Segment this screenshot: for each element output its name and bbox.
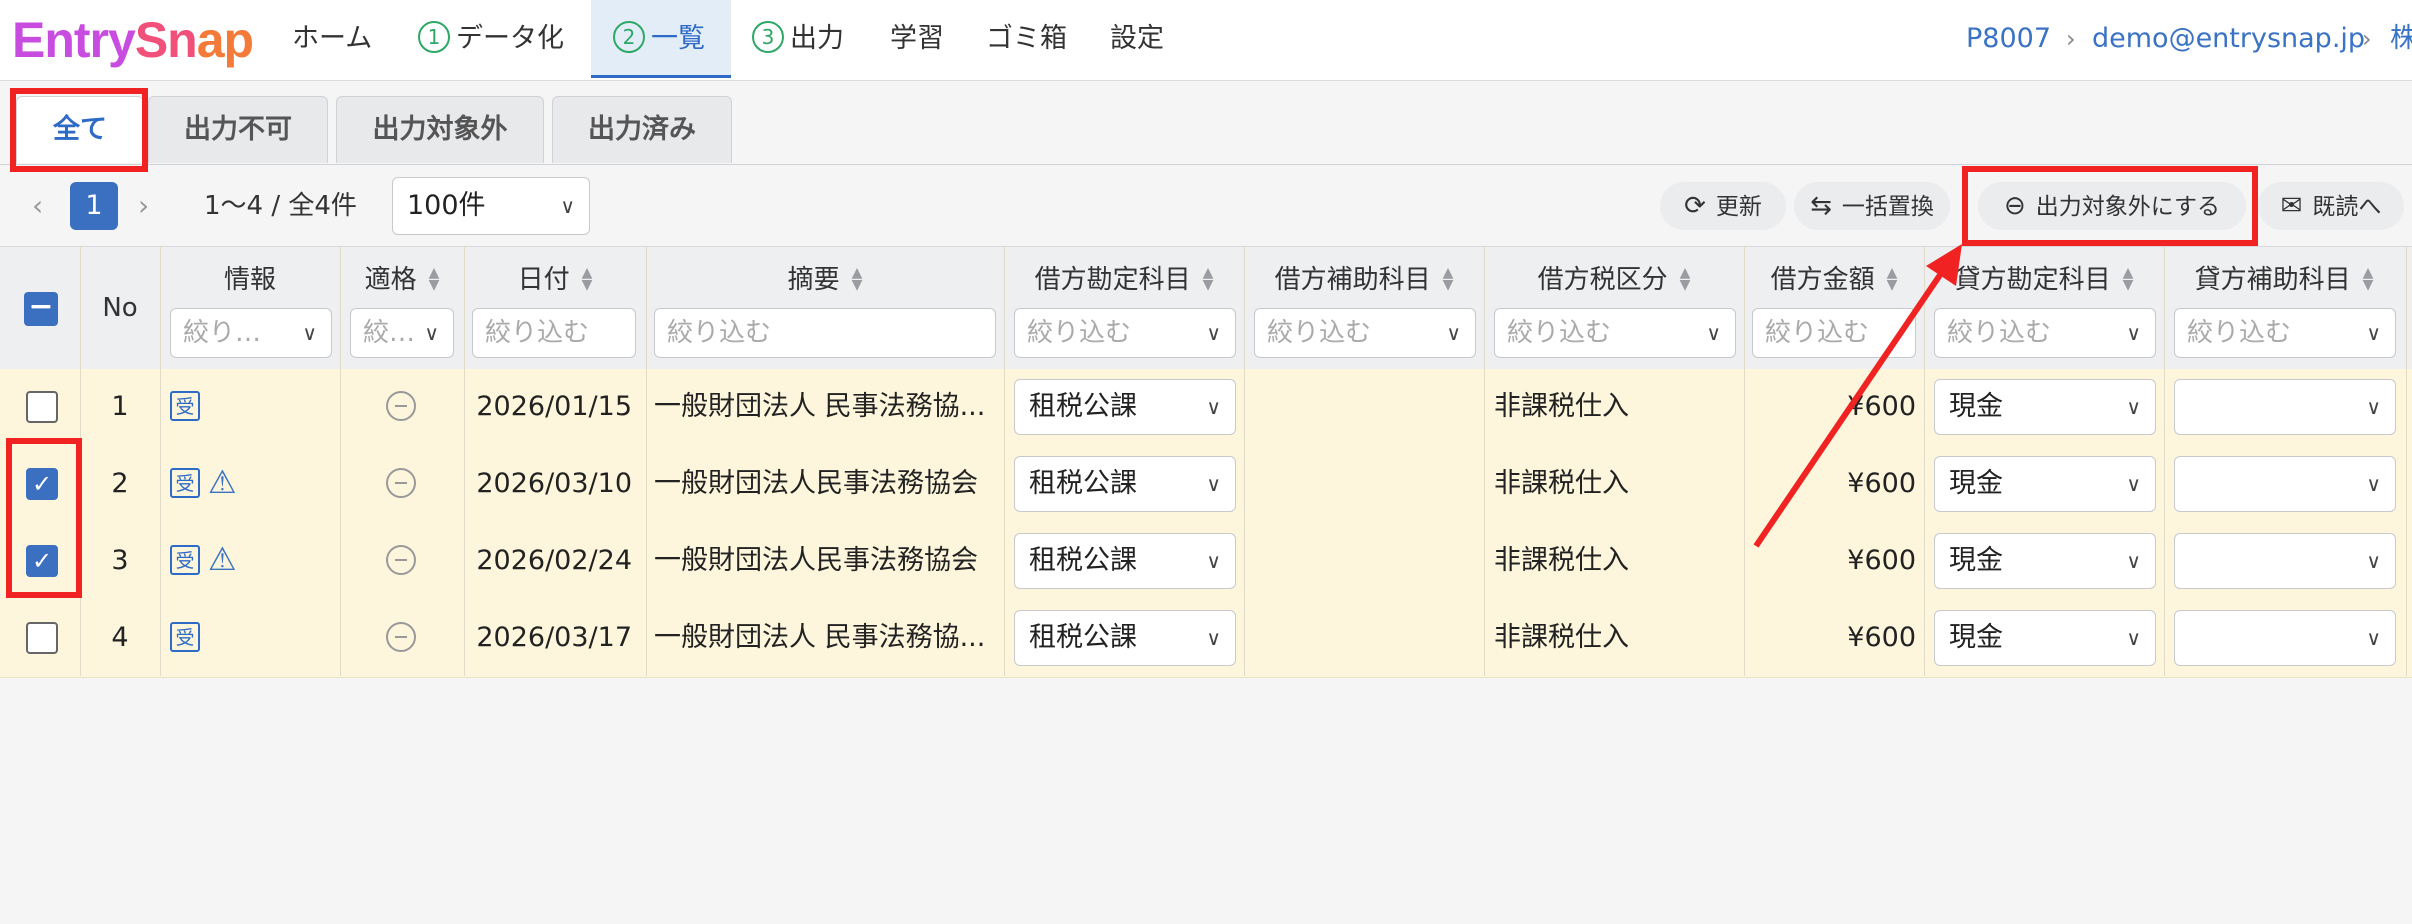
annotation-arrow	[1753, 244, 1962, 548]
